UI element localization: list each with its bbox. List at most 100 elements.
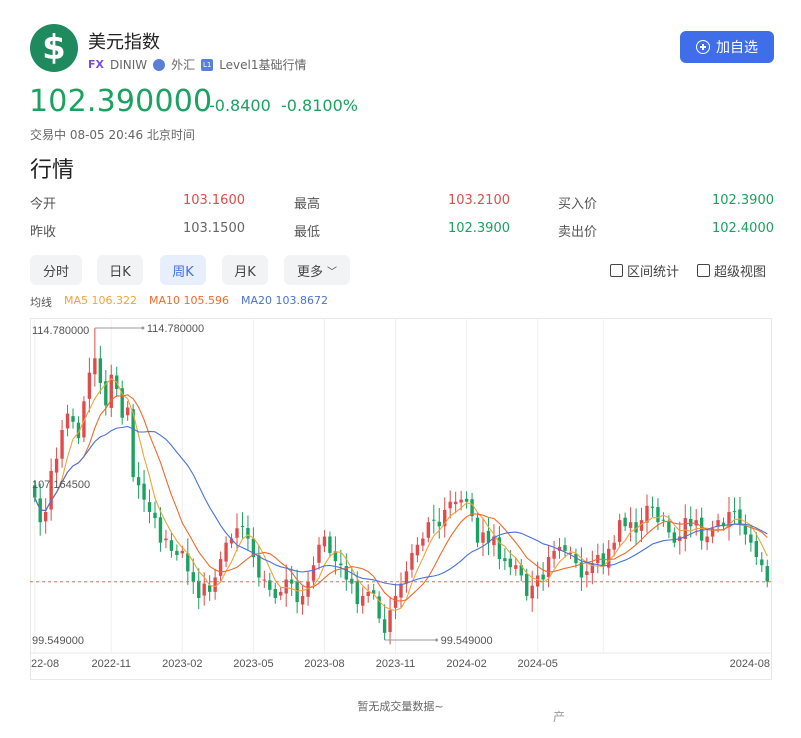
x-tick-label: 2024-08 — [730, 658, 770, 670]
candle-body — [93, 358, 97, 375]
candle-body — [672, 532, 677, 543]
candle-body — [754, 541, 759, 558]
candle-body — [459, 499, 463, 503]
stat-label-high: 最高 — [294, 197, 321, 212]
stat-value-prev-close: 103.1500 — [182, 221, 245, 236]
candlestick-chart[interactable]: 114.780000 107.164500 99.549000 114.780000 9… — [30, 318, 772, 680]
candle-body — [410, 552, 414, 570]
candle-body — [240, 525, 245, 527]
candle-body — [361, 595, 365, 606]
candle-body — [191, 572, 195, 582]
candle-body — [207, 585, 212, 592]
x-tick-label: 2023-08 — [304, 658, 344, 670]
candle-body — [153, 512, 157, 519]
tab-weekly-k[interactable]: 周K — [160, 255, 206, 285]
level1-icon: L1 — [201, 58, 214, 71]
candle-body — [421, 538, 425, 546]
stat-label-ask: 卖出价 — [558, 225, 598, 240]
expand-view-icon — [697, 264, 710, 277]
tab-daily-k[interactable]: 日K — [97, 255, 143, 285]
candle-body — [699, 517, 704, 541]
ma-legend: 均线 MA5 106.322 MA10 105.596 MA20 103.867… — [30, 294, 328, 310]
candle-body — [71, 416, 75, 422]
candle-body — [98, 358, 103, 383]
tab-monthly-k-label: 月K — [234, 264, 256, 280]
candle-body — [54, 458, 59, 473]
candle-body — [453, 501, 458, 505]
trading-status: 交易中 08-05 20:46 北京时间 — [30, 128, 195, 142]
candle-body — [464, 498, 469, 502]
candle-body — [437, 521, 441, 527]
ma20-line — [34, 425, 768, 586]
tab-monthly-k[interactable]: 月K — [222, 255, 268, 285]
add-watchlist-button[interactable]: 加自选 — [680, 31, 774, 63]
candle-body — [765, 566, 769, 582]
candle-body — [147, 502, 152, 512]
stat-value-low: 102.3900 — [447, 221, 510, 236]
candle-body — [246, 527, 250, 539]
candle-body — [393, 595, 398, 608]
stat-label-low: 最低 — [294, 225, 321, 240]
x-tick-label: 2024-05 — [517, 658, 557, 670]
super-view-button[interactable]: 超级视图 — [697, 261, 766, 280]
tab-weekly-k-label: 周K — [172, 264, 194, 280]
level-label: Level1基础行情 — [219, 58, 307, 72]
price-change: -0.8400 — [209, 96, 271, 115]
x-tick-label: 2023-05 — [233, 658, 273, 670]
watermark: 产 — [553, 710, 567, 724]
range-stats-icon — [610, 264, 623, 277]
candle-body — [388, 610, 392, 632]
candle-body — [169, 540, 174, 551]
candle-body — [60, 430, 64, 459]
chevron-down-icon: ﹀ — [327, 266, 337, 278]
candle-body — [612, 542, 616, 550]
ma10-legend: MA10 105.596 — [149, 294, 229, 307]
candle-body — [399, 583, 403, 598]
high-marker-dot — [141, 326, 145, 330]
plus-circle-icon — [696, 40, 710, 54]
candle-body — [514, 565, 518, 569]
x-tick-label: 2022-11 — [91, 658, 131, 670]
candle-body — [213, 577, 217, 592]
instrument-code: DINIW — [110, 57, 148, 72]
dollar-logo-icon: $ — [30, 24, 78, 72]
x-tick-label: 22-08 — [31, 658, 59, 670]
candle-body — [311, 565, 316, 581]
candle-body — [656, 507, 660, 523]
candle-body — [43, 511, 48, 522]
candle-body — [279, 591, 283, 596]
candle-body — [257, 555, 261, 578]
stat-value-open: 103.1600 — [182, 193, 245, 208]
candle-body — [136, 477, 141, 486]
globe-icon — [153, 58, 166, 71]
candle-body — [650, 506, 655, 508]
y-label-bottom: 99.549000 — [32, 635, 84, 647]
candle-body — [415, 544, 420, 556]
candle-body — [552, 550, 556, 559]
candle-body — [262, 579, 267, 581]
ma-legend-title: 均线 — [30, 296, 52, 309]
y-label-mid: 107.164500 — [32, 479, 90, 491]
candle-body — [317, 544, 321, 563]
candle-body — [65, 413, 70, 429]
candle-body — [300, 595, 305, 605]
category-label: 外汇 — [171, 58, 196, 72]
candle-body — [175, 550, 179, 555]
candle-body — [322, 536, 327, 547]
tab-more-label: 更多 — [296, 264, 323, 280]
candle-body — [738, 509, 742, 525]
candle-body — [623, 517, 627, 527]
candle-body — [503, 558, 507, 562]
tab-more[interactable]: 更多 ﹀ — [284, 255, 350, 285]
tab-intraday[interactable]: 分时 — [30, 255, 82, 285]
range-stats-button[interactable]: 区间统计 — [610, 261, 679, 280]
candle-body — [432, 519, 436, 521]
x-tick-label: 2023-02 — [162, 658, 202, 670]
candle-body — [541, 574, 545, 580]
candle-body — [404, 571, 409, 584]
tab-daily-k-label: 日K — [109, 264, 131, 280]
candle-body — [87, 372, 92, 399]
candle-body — [273, 588, 277, 598]
instrument-meta: FX DINIW 外汇 L1 Level1基础行情 — [88, 56, 307, 73]
candle-body — [628, 522, 633, 528]
